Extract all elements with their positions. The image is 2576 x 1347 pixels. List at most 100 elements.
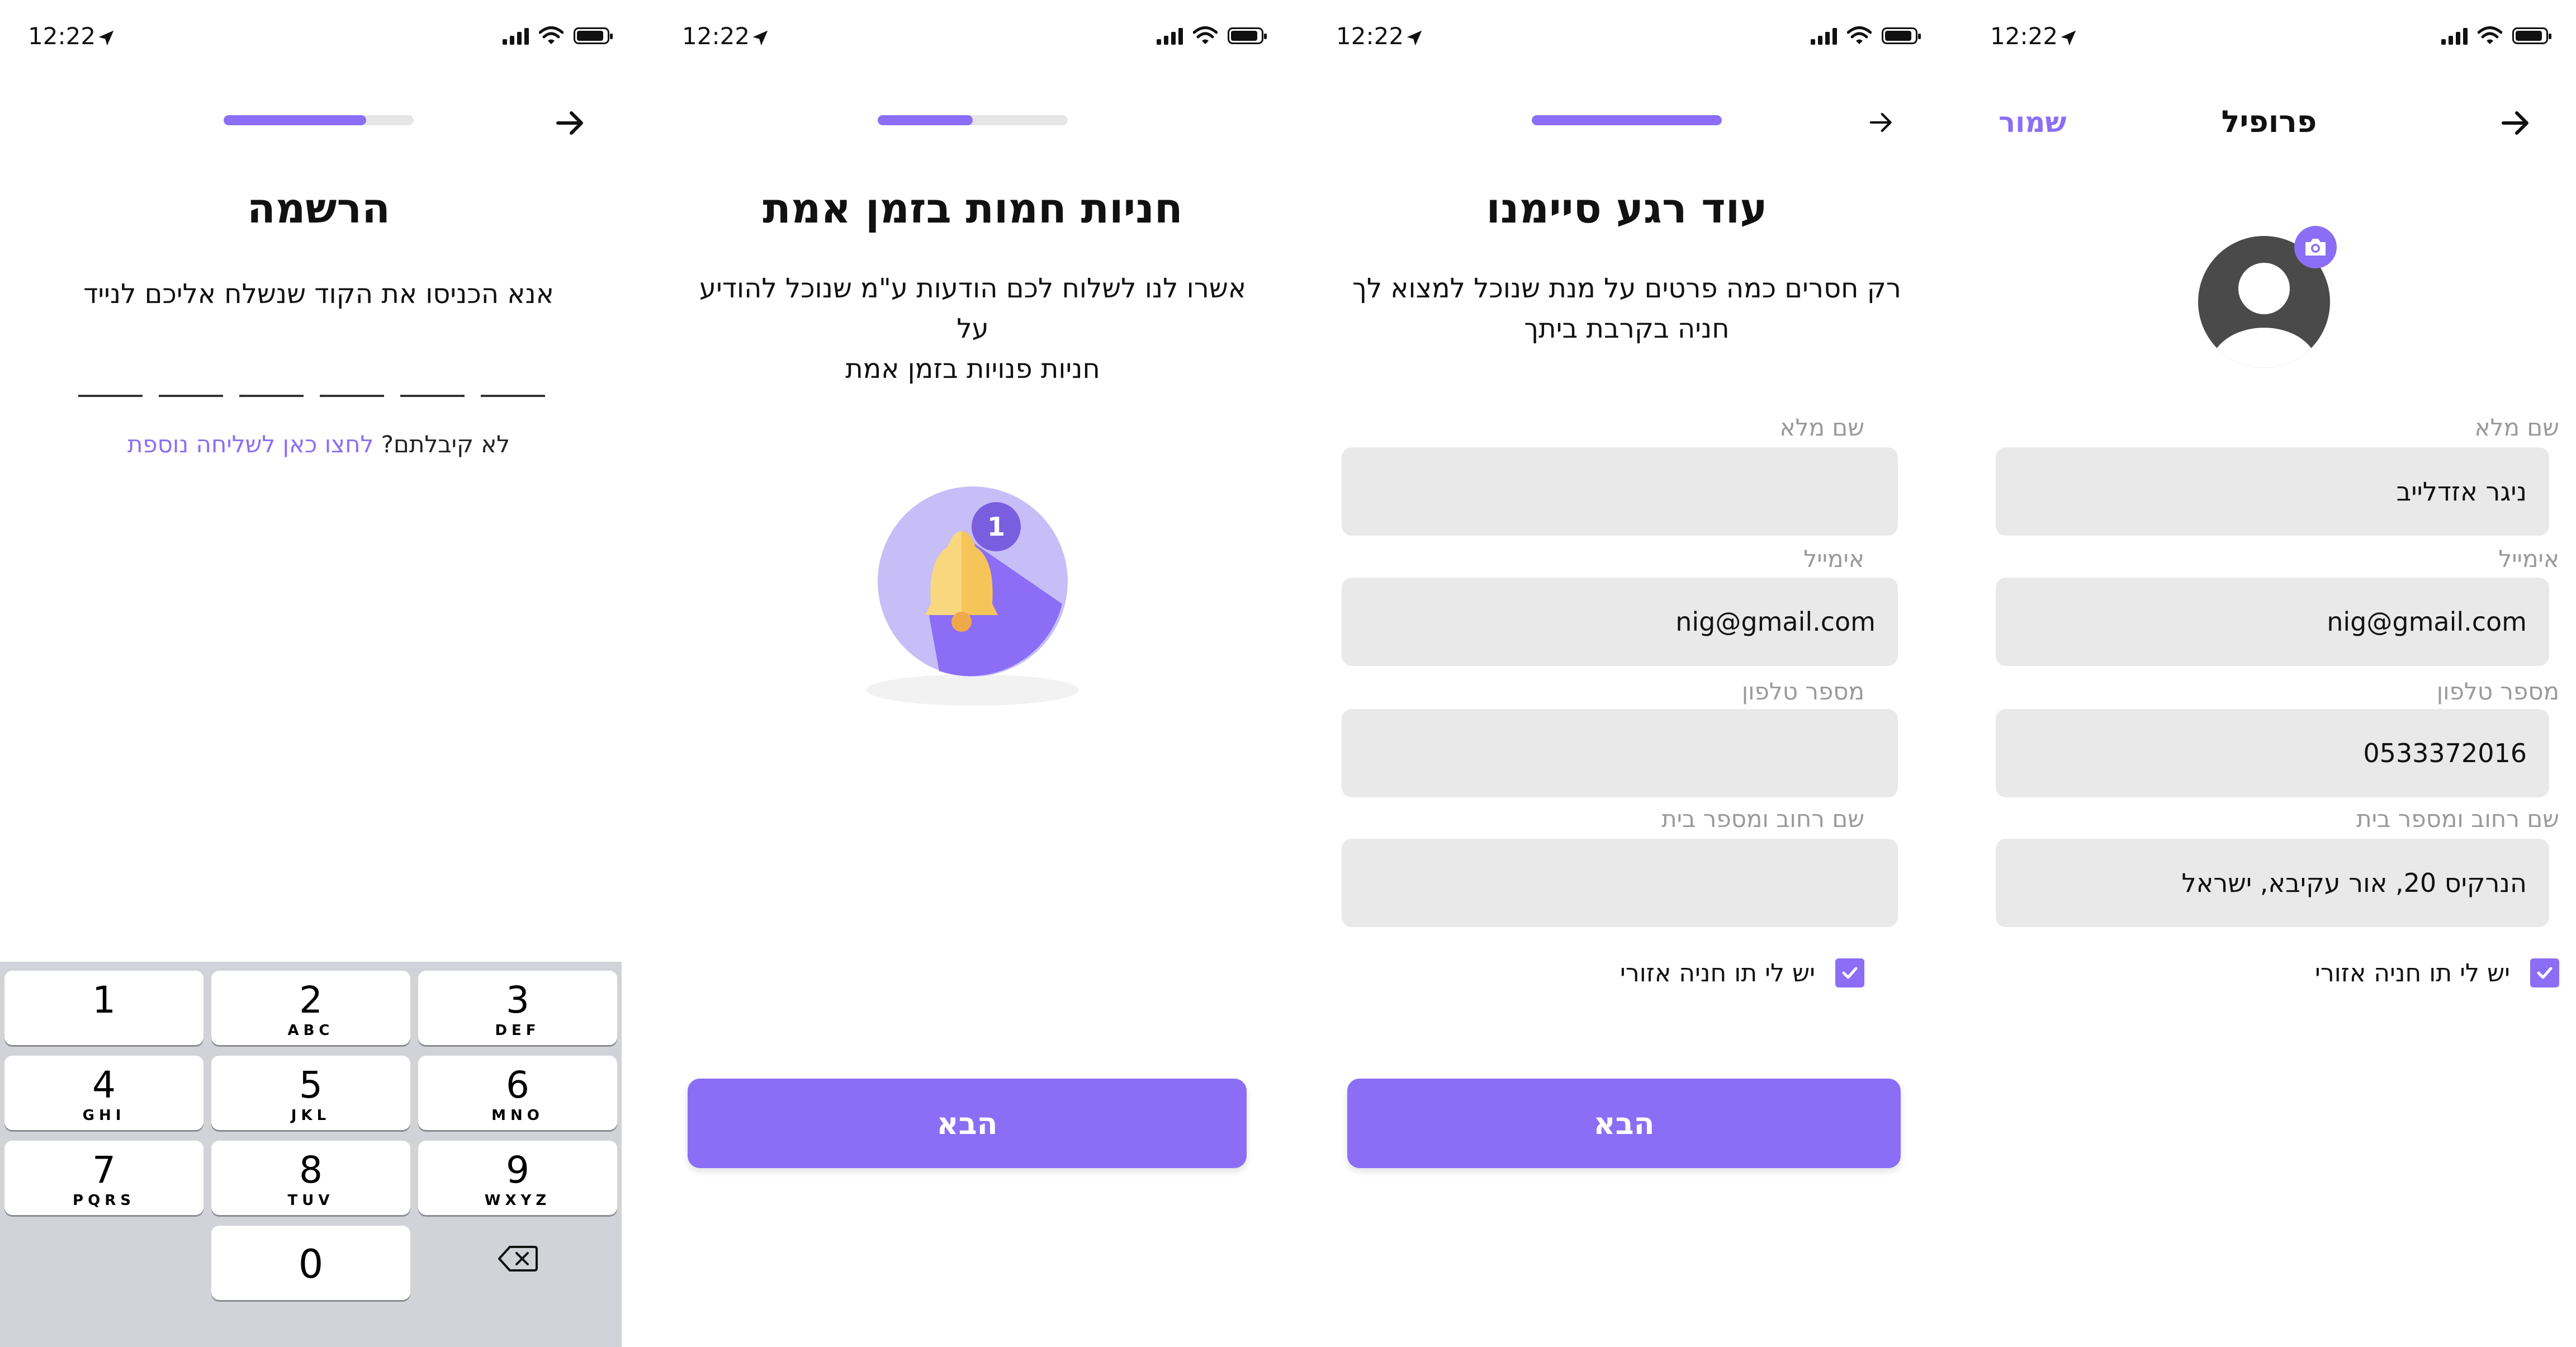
page-title: חניות חמות בזמן אמת bbox=[763, 185, 1183, 233]
progress-bar bbox=[1532, 115, 1722, 125]
address-value: הנרקיס 20, אור עקיבא, ישראל bbox=[2181, 868, 2527, 898]
next-button[interactable]: הבא bbox=[1347, 1079, 1901, 1168]
full-name-field[interactable] bbox=[1342, 447, 1898, 536]
otp-digit-slot[interactable] bbox=[78, 395, 143, 397]
key-digit: 7 bbox=[92, 1149, 116, 1192]
progress-fill bbox=[224, 115, 366, 125]
screen-verify: 12:22 הרשמה אנא הכניסו את הקוד שנשלח אלי… bbox=[0, 0, 637, 1347]
key-digit: 8 bbox=[299, 1149, 323, 1192]
next-button[interactable]: הבא bbox=[688, 1079, 1247, 1168]
otp-digit-slot[interactable] bbox=[159, 395, 223, 397]
change-photo-button[interactable] bbox=[2294, 226, 2337, 268]
key-9[interactable]: 9 WXYZ bbox=[418, 1141, 617, 1215]
status-time: 12:22 bbox=[1336, 22, 1404, 50]
location-arrow-icon bbox=[752, 30, 768, 46]
otp-input[interactable] bbox=[78, 395, 545, 397]
battery-icon bbox=[574, 27, 613, 44]
otp-digit-slot[interactable] bbox=[239, 395, 304, 397]
page-title: הרשמה bbox=[247, 185, 390, 233]
key-7[interactable]: 7 PQRS bbox=[4, 1141, 203, 1215]
parking-permit-checkbox[interactable] bbox=[1835, 958, 1864, 987]
email-field[interactable]: nig@gmail.com bbox=[1342, 578, 1898, 666]
arrow-right-icon[interactable] bbox=[2499, 106, 2532, 140]
key-digit: 1 bbox=[92, 979, 116, 1022]
status-bar: 12:22 bbox=[28, 20, 613, 54]
status-bar: 12:22 bbox=[1990, 20, 2551, 54]
page-title: פרופיל bbox=[2221, 104, 2317, 139]
key-delete[interactable] bbox=[418, 1226, 617, 1300]
address-field[interactable]: הנרקיס 20, אור עקיבא, ישראל bbox=[1996, 839, 2549, 927]
full-name-value: ניגר אזדלייב bbox=[2396, 476, 2527, 507]
key-6[interactable]: 6 MNO bbox=[418, 1056, 617, 1130]
resend-prefix: לא קיבלתם? bbox=[373, 431, 510, 458]
wifi-icon bbox=[539, 26, 564, 44]
address-field[interactable] bbox=[1342, 839, 1898, 927]
parking-permit-checkbox[interactable] bbox=[2530, 958, 2559, 987]
page-subtitle: אשרו לנו לשלוח לכם הודעות ע"מ שנוכל להוד… bbox=[688, 268, 1258, 389]
wifi-icon bbox=[1193, 26, 1218, 44]
checkmark-icon bbox=[2537, 967, 2553, 979]
key-5[interactable]: 5 JKL bbox=[211, 1056, 410, 1130]
email-label: אימייל bbox=[1803, 545, 1864, 573]
checkmark-icon bbox=[1842, 967, 1858, 979]
arrow-right-icon[interactable] bbox=[553, 106, 587, 140]
status-time: 12:22 bbox=[682, 22, 750, 50]
otp-digit-slot[interactable] bbox=[400, 395, 465, 397]
key-letters: GHI bbox=[82, 1107, 126, 1124]
key-letters: PQRS bbox=[73, 1192, 135, 1209]
page-subtitle: רק חסרים כמה פרטים על מנת שנוכל למצוא לך… bbox=[1342, 268, 1912, 349]
subtitle-line: חניות פנויות בזמן אמת bbox=[845, 353, 1100, 385]
key-letters: MNO bbox=[491, 1107, 544, 1124]
parking-permit-row[interactable]: יש לי תו חניה אזורי bbox=[2315, 958, 2559, 987]
email-value: nig@gmail.com bbox=[2327, 607, 2527, 637]
key-digit: 4 bbox=[92, 1064, 116, 1107]
key-0[interactable]: 0 bbox=[211, 1226, 410, 1300]
full-name-label: שם מלא bbox=[1779, 414, 1864, 441]
subtitle-line: רק חסרים כמה פרטים על מנת שנוכל למצוא לך bbox=[1352, 273, 1901, 304]
key-4[interactable]: 4 GHI bbox=[4, 1056, 203, 1130]
avatar[interactable] bbox=[2197, 226, 2337, 369]
screen-profile: 12:22 שמור פרופיל שם מלא ניגר אזדלייב אי… bbox=[1962, 0, 2576, 1347]
key-digit: 3 bbox=[506, 979, 529, 1022]
notification-badge-count: 1 bbox=[987, 512, 1005, 542]
key-digit: 6 bbox=[506, 1064, 529, 1107]
cellular-signal-icon bbox=[1811, 27, 1837, 45]
phone-field[interactable]: 0533372016 bbox=[1996, 709, 2549, 797]
arrow-right-icon[interactable] bbox=[1867, 108, 1895, 136]
resend-link[interactable]: לחצו כאן לשליחה נוספת bbox=[127, 431, 374, 458]
screen-details: 12:22 עוד רגע סיימנו רק חסרים כמה פרטים … bbox=[1308, 0, 1945, 1347]
key-8[interactable]: 8 TUV bbox=[211, 1141, 410, 1215]
status-icons bbox=[1157, 25, 1267, 47]
phone-field[interactable] bbox=[1342, 709, 1898, 797]
key-1[interactable]: 1 bbox=[4, 971, 203, 1045]
location-arrow-icon bbox=[98, 30, 114, 46]
otp-digit-slot[interactable] bbox=[481, 395, 545, 397]
status-time: 12:22 bbox=[1990, 22, 2058, 50]
key-letters: JKL bbox=[291, 1107, 331, 1124]
cellular-signal-icon bbox=[1157, 27, 1183, 45]
key-3[interactable]: 3 DEF bbox=[418, 971, 617, 1045]
email-field[interactable]: nig@gmail.com bbox=[1996, 578, 2549, 666]
phone-value: 0533372016 bbox=[2363, 738, 2527, 768]
phone-label: מספר טלפון bbox=[2436, 678, 2559, 705]
email-value: nig@gmail.com bbox=[1675, 607, 1876, 637]
battery-icon bbox=[1882, 27, 1921, 44]
key-letters: ABC bbox=[287, 1022, 334, 1039]
screen-notifications: 12:22 חניות חמות בזמן אמת אשרו לנו לשלוח… bbox=[654, 0, 1291, 1347]
subtitle-line: חניה בקרבת ביתך bbox=[1524, 313, 1730, 344]
numeric-keypad: 1 2 ABC 3 DEF 4 GHI 5 JKL 6 MNO 7 PQRS 8 TUV 9W… bbox=[0, 962, 622, 1347]
status-icons bbox=[1811, 25, 1921, 47]
phone-label: מספר טלפון bbox=[1741, 678, 1864, 705]
progress-fill bbox=[1532, 115, 1722, 125]
key-letters: DEF bbox=[495, 1022, 541, 1039]
status-bar: 12:22 bbox=[682, 20, 1267, 54]
progress-bar bbox=[878, 115, 1068, 125]
location-arrow-icon bbox=[2061, 30, 2076, 46]
key-2[interactable]: 2 ABC bbox=[211, 971, 410, 1045]
parking-permit-row[interactable]: יש לי תו חניה אזורי bbox=[1620, 958, 1864, 987]
page-title: עוד רגע סיימנו bbox=[1486, 185, 1768, 233]
progress-bar bbox=[224, 115, 414, 125]
full-name-field[interactable]: ניגר אזדלייב bbox=[1996, 447, 2549, 536]
otp-digit-slot[interactable] bbox=[320, 395, 384, 397]
address-label: שם רחוב ומספר בית bbox=[2356, 805, 2559, 833]
